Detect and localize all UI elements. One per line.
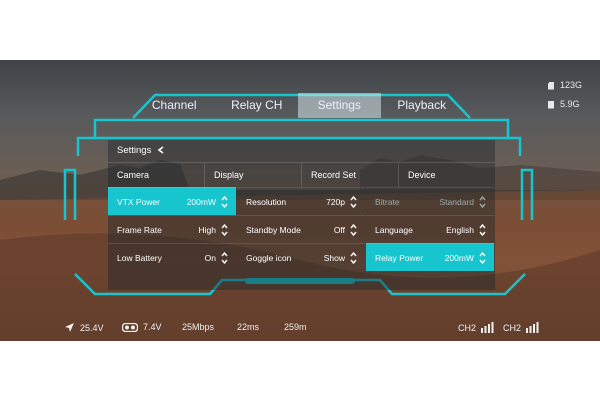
setting-value: 720p (326, 196, 345, 207)
category-camera[interactable]: Camera (108, 163, 204, 187)
up-down-arrows-icon[interactable] (350, 251, 357, 264)
setting-frame-rate[interactable]: Frame Rate High (108, 215, 236, 243)
latency-readout: 22ms (237, 322, 260, 332)
up-down-arrows-icon[interactable] (479, 223, 486, 236)
settings-panel: Settings Camera Display Record Set Devic… (108, 140, 495, 290)
setting-low-battery[interactable]: Low Battery On (108, 243, 236, 271)
up-down-arrows-icon[interactable] (350, 223, 357, 236)
tab-channel[interactable]: Channel (133, 93, 216, 118)
drone-voltage-indicator: 25.4V (64, 322, 104, 333)
drone-voltage: 25.4V (80, 322, 104, 333)
channel-signal-b: CH2 (503, 322, 539, 333)
bottom-status-bar: 25.4V 7.4V 25Mbps 22ms 259m CH2 CH2 (0, 318, 600, 338)
channel-label-a: CH2 (458, 322, 477, 333)
up-down-arrows-icon[interactable] (221, 195, 228, 208)
signal-bars-icon (481, 322, 494, 333)
setting-value: High (198, 224, 216, 235)
category-display[interactable]: Display (204, 163, 301, 187)
setting-bitrate[interactable]: Bitrate Standard (366, 187, 494, 215)
setting-goggle-icon[interactable]: Goggle icon Show (237, 243, 365, 271)
setting-value: Show (323, 252, 345, 263)
category-device[interactable]: Device (398, 163, 495, 187)
signal-bars-icon (526, 322, 539, 333)
category-row: Camera Display Record Set Device (108, 162, 495, 187)
fpv-background: 123G 5.9G Channel Relay CH Settings Play… (0, 60, 600, 341)
up-down-arrows-icon[interactable] (479, 195, 486, 208)
setting-value: Off (333, 224, 345, 235)
setting-relay-power[interactable]: Relay Power 200mW (366, 243, 494, 271)
up-down-arrows-icon[interactable] (221, 223, 228, 236)
tab-relay-ch[interactable]: Relay CH (216, 93, 299, 118)
settings-grid: VTX Power 200mW Resolution 720p Bitrate … (108, 187, 495, 271)
setting-label: Relay Power (375, 252, 424, 263)
panel-title: Settings (117, 145, 152, 156)
setting-value: Standard (439, 196, 475, 207)
setting-label: VTX Power (117, 196, 160, 207)
channel-label-b: CH2 (503, 322, 522, 333)
back-chevron-icon[interactable] (157, 146, 165, 155)
setting-label: Goggle icon (246, 252, 292, 263)
setting-label: Standby Mode (246, 224, 301, 235)
setting-value: 200mW (186, 196, 216, 207)
goggle-voltage: 7.4V (143, 322, 162, 332)
bitrate-readout: 25Mbps (182, 322, 215, 332)
goggle-voltage-indicator: 7.4V (122, 322, 162, 332)
drone-arrow-icon (65, 323, 74, 332)
channel-signal-a: CH2 (458, 322, 494, 333)
setting-resolution[interactable]: Resolution 720p (237, 187, 365, 215)
setting-value: 200mW (444, 252, 474, 263)
top-tab-bar: Channel Relay CH Settings Playback (133, 93, 463, 118)
setting-label: Low Battery (117, 252, 162, 263)
goggle-icon (122, 322, 138, 332)
setting-value: English (446, 224, 474, 235)
setting-standby-mode[interactable]: Standby Mode Off (237, 215, 365, 243)
tab-settings[interactable]: Settings (298, 93, 381, 118)
setting-language[interactable]: Language English (366, 215, 494, 243)
setting-label: Bitrate (375, 196, 400, 207)
tab-playback[interactable]: Playback (381, 93, 464, 118)
setting-label: Frame Rate (117, 224, 162, 235)
setting-value: On (204, 252, 216, 263)
up-down-arrows-icon[interactable] (479, 251, 486, 264)
category-record-set[interactable]: Record Set (301, 163, 398, 187)
up-down-arrows-icon[interactable] (221, 251, 228, 264)
panel-header: Settings (108, 140, 495, 162)
distance-readout: 259m (284, 322, 307, 332)
setting-vtx-power[interactable]: VTX Power 200mW (108, 187, 236, 215)
setting-label: Language (375, 224, 413, 235)
setting-label: Resolution (246, 196, 287, 207)
up-down-arrows-icon[interactable] (350, 195, 357, 208)
